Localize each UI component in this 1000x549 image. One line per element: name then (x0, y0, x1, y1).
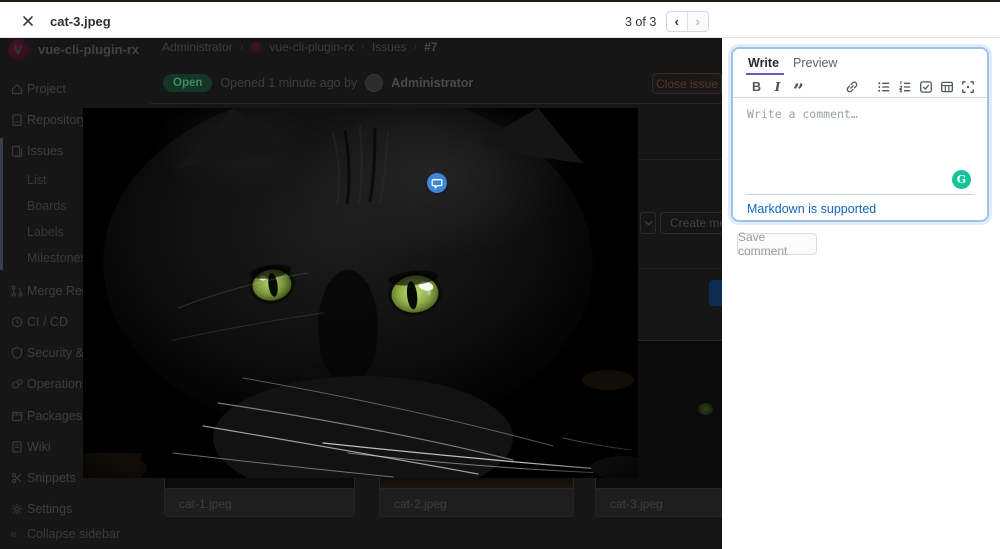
close-issue-button[interactable]: Close issue (652, 73, 722, 94)
image-counter: 3 of 3 (625, 15, 657, 29)
breadcrumb-segment-issues[interactable]: Issues (372, 40, 407, 54)
issue-opened-text: Opened 1 minute ago by (220, 76, 358, 90)
merge-request-icon (10, 284, 24, 298)
quote-icon[interactable]: ” (788, 78, 809, 101)
breadcrumb-segment-7[interactable]: #7 (424, 40, 437, 54)
link-icon[interactable] (841, 78, 862, 95)
gitlab-design-viewer: { "window": { "title": "cat-3.jpeg", "co… (0, 0, 1000, 549)
thumbnail-footer: cat-1.jpeg (165, 488, 354, 516)
markdown-supported-link[interactable]: Markdown is supported (747, 202, 876, 216)
save-comment-button[interactable]: Save comment (737, 230, 817, 258)
tab-preview[interactable]: Preview (793, 56, 837, 70)
breadcrumb-separator: › (413, 41, 418, 53)
ci-cd-icon (10, 315, 24, 329)
comment-placeholder: Write a comment… (747, 107, 858, 121)
code-icon[interactable] (820, 78, 841, 95)
divider (638, 268, 722, 269)
thumbnail-filename: cat-2.jpeg (394, 496, 447, 511)
table-icon[interactable] (936, 78, 957, 95)
divider (746, 194, 974, 195)
viewer-title: cat-3.jpeg (50, 14, 111, 29)
breadcrumb-segment-vue-cli-plugin-rx[interactable]: vue-cli-plugin-rx (269, 40, 354, 54)
status-badge: Open (163, 74, 213, 92)
snippets-icon (10, 471, 24, 485)
create-merge-request-button[interactable]: Create merge request (660, 212, 722, 234)
repository-icon (10, 113, 24, 127)
breadcrumb-separator: › (361, 41, 365, 53)
task-list-icon[interactable] (915, 78, 936, 95)
collapse-icon: « (10, 526, 18, 541)
grammarly-icon[interactable]: G (952, 170, 971, 189)
create-merge-dropdown-toggle[interactable] (640, 212, 656, 234)
breadcrumb: Administrator › vue-cli-plugin-rx › Issues › #… (162, 40, 437, 54)
breadcrumb-separator: › (239, 41, 244, 53)
design-comment-pin[interactable] (427, 173, 447, 193)
operations-icon (10, 377, 24, 391)
previous-image-button[interactable]: ‹ (667, 12, 688, 31)
editor-tabs: Write Preview (733, 49, 987, 75)
close-icon[interactable] (20, 13, 36, 29)
tab-write[interactable]: Write (748, 56, 779, 70)
packages-icon (10, 409, 24, 423)
author-avatar (365, 74, 384, 92)
numbered-list-icon[interactable] (894, 78, 915, 95)
comment-editor: Write Preview B I” Write a comment… G Mar… (731, 47, 989, 222)
comment-submit-button-sliver[interactable] (709, 280, 722, 306)
project-avatar[interactable]: V (8, 39, 30, 61)
viewer-top-bar: cat-3.jpeg 3 of 3 ‹ › (0, 0, 1000, 38)
comment-panel: Write Preview B I” Write a comment… G Mar… (722, 38, 1000, 549)
image-pager: ‹ › (666, 11, 709, 32)
next-image-button[interactable]: › (687, 12, 708, 31)
thumbnail-filename: cat-1.jpeg (179, 496, 232, 511)
security-icon (10, 346, 24, 360)
issue-status-row: Open Opened 1 minute ago by Administrato… (163, 73, 473, 93)
fullscreen-icon[interactable] (957, 78, 978, 95)
sidebar-active-indicator (0, 138, 3, 270)
thumbnail-footer: cat-2.jpeg (380, 488, 573, 516)
bold-icon[interactable]: B (746, 78, 767, 95)
thumbnail-filename: cat-3.jpeg (610, 496, 663, 511)
issues-icon (10, 144, 24, 158)
thumbnail-cat-eye (698, 403, 713, 415)
settings-icon (10, 502, 24, 516)
project-name: vue-cli-plugin-rx (38, 42, 140, 57)
project-icon (10, 82, 24, 96)
italic-icon[interactable]: I (767, 78, 788, 95)
divider (638, 159, 722, 160)
breadcrumb-segment-administrator[interactable]: Administrator (162, 40, 233, 54)
author-name: Administrator (391, 76, 474, 90)
design-image-cat-3[interactable] (83, 108, 638, 478)
wiki-icon (10, 440, 24, 454)
tab-active-underline (746, 73, 784, 75)
thumbnail-footer: cat-3.jpeg (596, 488, 722, 516)
markdown-toolbar: B I” (733, 77, 987, 101)
comment-textarea[interactable]: Write a comment… (733, 98, 987, 194)
bulleted-list-icon[interactable] (873, 78, 894, 95)
divider (150, 103, 722, 104)
breadcrumb-project-avatar (250, 41, 263, 53)
modal-dim-overlay: V vue-cli-plugin-rx Project Repository I… (0, 38, 722, 549)
